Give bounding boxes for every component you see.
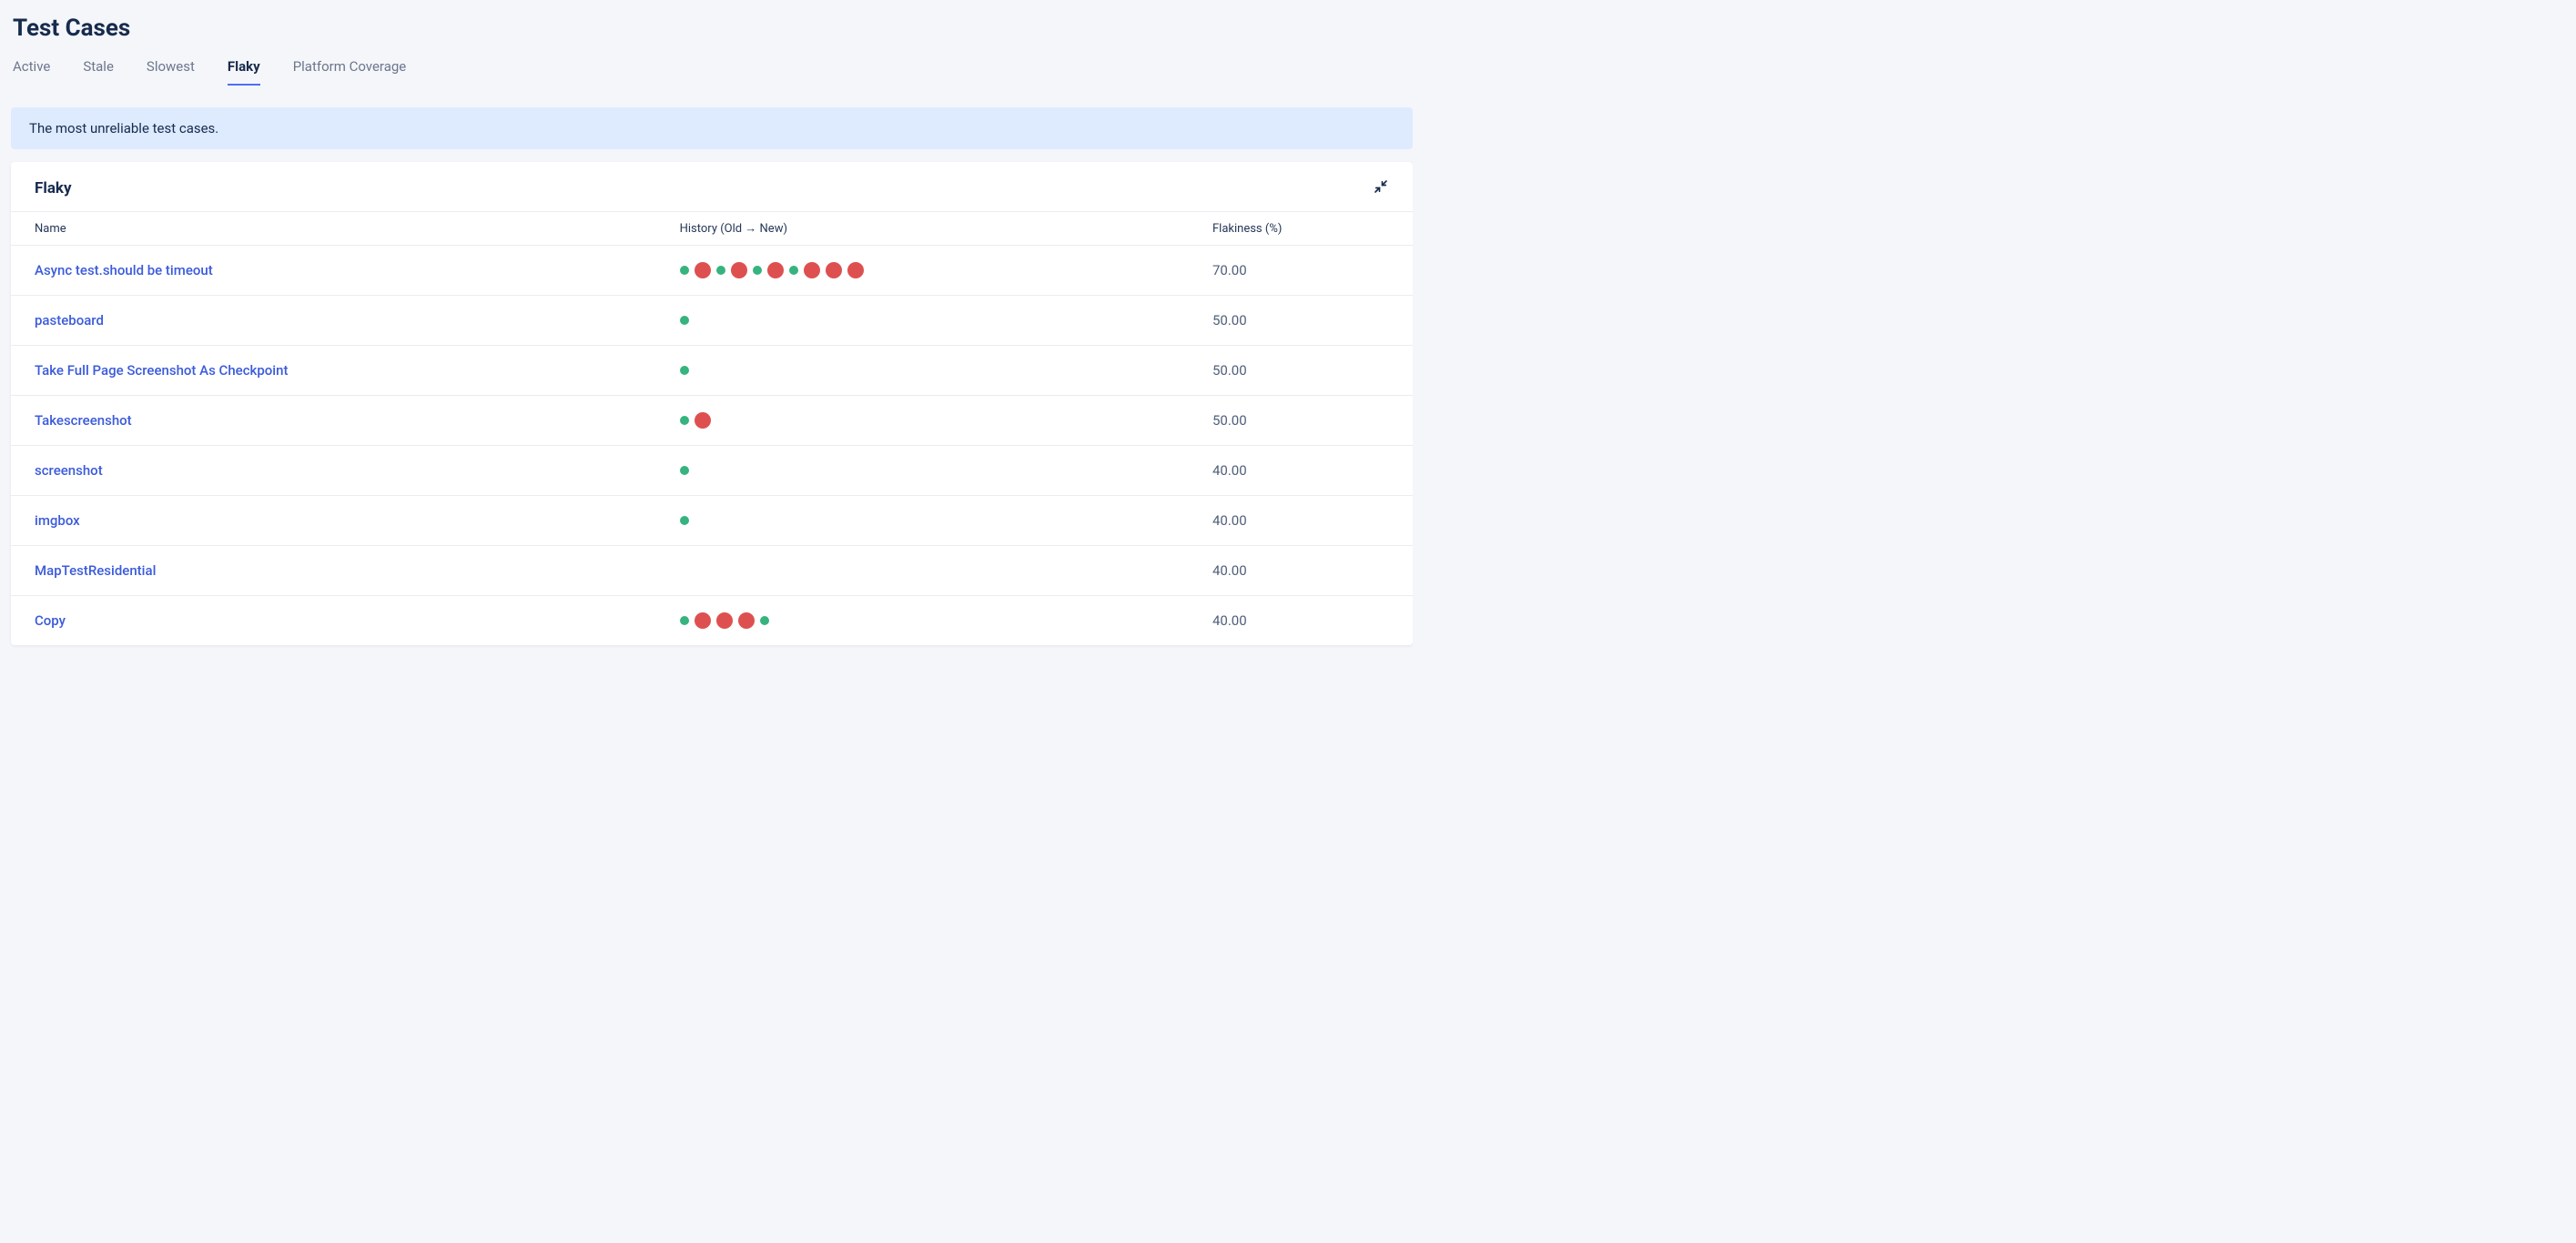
test-link[interactable]: Take Full Page Screenshot As Checkpoint <box>35 362 288 379</box>
flakiness-value: 50.00 <box>1212 312 1247 328</box>
test-link[interactable]: Copy <box>35 612 66 629</box>
pass-dot-icon <box>680 316 689 325</box>
pass-dot-icon <box>680 466 689 475</box>
test-link[interactable]: MapTestResidential <box>35 562 156 579</box>
history-dots <box>680 366 1165 375</box>
tab-platform-coverage[interactable]: Platform Coverage <box>293 58 407 86</box>
card-title-flaky: Flaky <box>35 179 72 197</box>
history-dots <box>680 516 1165 525</box>
collapse-icon[interactable] <box>1373 178 1389 198</box>
test-link[interactable]: Takescreenshot <box>35 412 132 429</box>
fail-dot-icon <box>826 262 842 278</box>
fail-dot-icon <box>847 262 864 278</box>
table-row: Take Full Page Screenshot As Checkpoint 5… <box>11 346 1413 396</box>
history-dots <box>680 612 1165 629</box>
tab-slowest[interactable]: Slowest <box>147 58 195 86</box>
table-row: pasteboard 50.00 <box>11 296 1413 346</box>
table-row: imgbox 40.00 <box>11 496 1413 546</box>
pass-dot-icon <box>789 266 798 275</box>
tabs-bar: Active Stale Slowest Flaky Platform Coverage <box>11 58 1413 86</box>
pass-dot-icon <box>680 416 689 425</box>
flaky-table: Name History (Old → New) Flakiness (%) A… <box>11 211 1413 645</box>
page-title: Test Cases <box>13 15 1413 42</box>
table-row: MapTestResidential 40.00 <box>11 546 1413 596</box>
test-link[interactable]: imgbox <box>35 512 80 529</box>
history-dots <box>680 316 1165 325</box>
history-dots <box>680 262 1165 278</box>
flakiness-value: 70.00 <box>1212 262 1247 278</box>
history-dots <box>680 412 1165 429</box>
flakiness-value: 40.00 <box>1212 612 1247 629</box>
test-link[interactable]: pasteboard <box>35 312 104 328</box>
flakiness-value: 40.00 <box>1212 562 1247 579</box>
flakiness-value: 50.00 <box>1212 412 1247 429</box>
flaky-card: Flaky Name History (Old → New) Flakine <box>11 162 1413 645</box>
fail-dot-icon <box>738 612 755 629</box>
table-row: screenshot 40.00 <box>11 446 1413 496</box>
pass-dot-icon <box>716 266 725 275</box>
column-header-flakiness[interactable]: Flakiness (%) <box>1189 212 1414 246</box>
pass-dot-icon <box>680 266 689 275</box>
pass-dot-icon <box>760 616 769 625</box>
flakiness-value: 40.00 <box>1212 462 1247 479</box>
fail-dot-icon <box>716 612 733 629</box>
tab-stale[interactable]: Stale <box>83 58 114 86</box>
table-row: Async test.should be timeout 70.00 <box>11 246 1413 296</box>
fail-dot-icon <box>695 262 711 278</box>
fail-dot-icon <box>767 262 784 278</box>
pass-dot-icon <box>680 366 689 375</box>
info-banner: The most unreliable test cases. <box>11 107 1413 149</box>
test-link[interactable]: Async test.should be timeout <box>35 262 213 278</box>
column-header-name[interactable]: Name <box>11 212 656 246</box>
table-row: Copy 40.00 <box>11 596 1413 646</box>
flakiness-value: 40.00 <box>1212 512 1247 529</box>
fail-dot-icon <box>804 262 820 278</box>
table-row: Takescreenshot 50.00 <box>11 396 1413 446</box>
test-link[interactable]: screenshot <box>35 462 103 479</box>
tab-active[interactable]: Active <box>13 58 50 86</box>
flakiness-value: 50.00 <box>1212 362 1247 379</box>
fail-dot-icon <box>731 262 747 278</box>
pass-dot-icon <box>680 616 689 625</box>
pass-dot-icon <box>753 266 762 275</box>
column-header-history[interactable]: History (Old → New) <box>656 212 1189 246</box>
tab-flaky[interactable]: Flaky <box>228 58 260 86</box>
history-dots <box>680 466 1165 475</box>
pass-dot-icon <box>680 516 689 525</box>
fail-dot-icon <box>695 412 711 429</box>
fail-dot-icon <box>695 612 711 629</box>
